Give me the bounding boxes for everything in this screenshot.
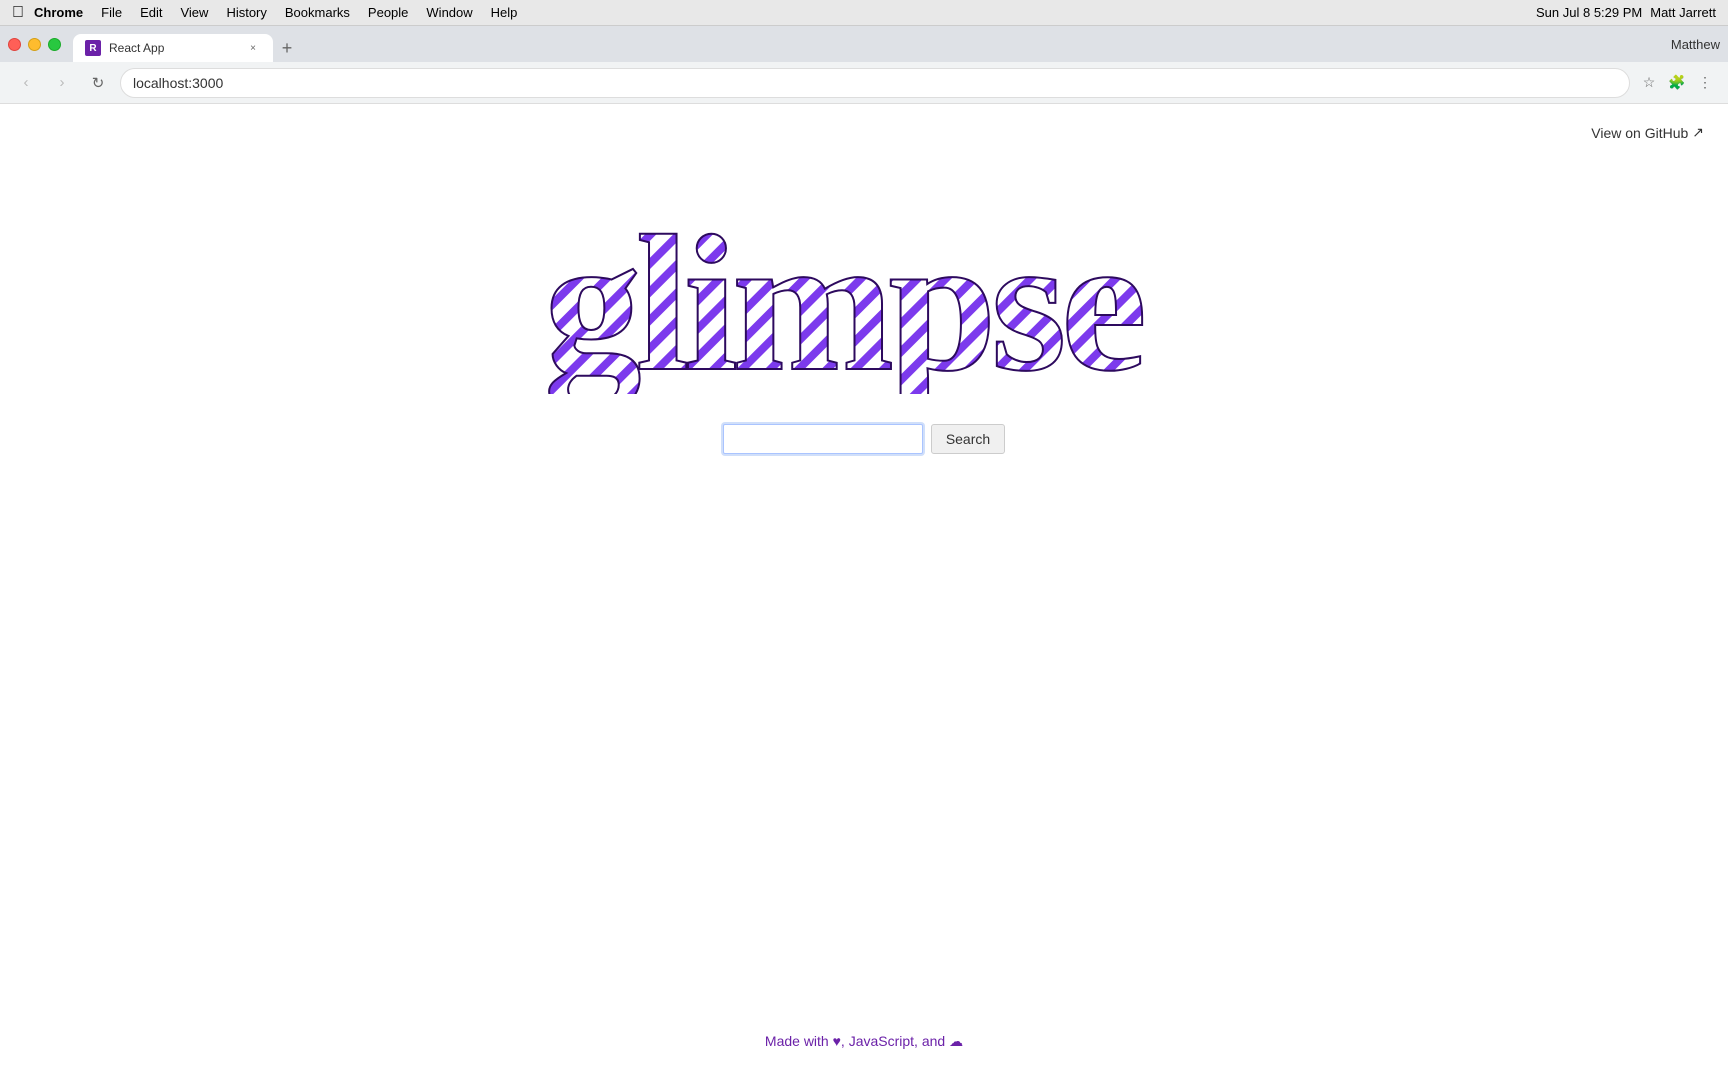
url-bar[interactable]: localhost:3000 (120, 68, 1630, 98)
search-area: Search (723, 424, 1005, 454)
search-input[interactable] (723, 424, 923, 454)
page-content: View on GitHub ↗ glimpse glimpse (0, 104, 1728, 1080)
menubar-edit[interactable]: Edit (140, 5, 162, 20)
refresh-button[interactable]: ↻ (84, 69, 112, 97)
menubar-help[interactable]: Help (491, 5, 518, 20)
new-tab-button[interactable]: + (273, 34, 301, 62)
minimize-window-button[interactable] (28, 38, 41, 51)
menubar-items: Chrome File Edit View History Bookmarks … (34, 5, 1536, 20)
close-window-button[interactable] (8, 38, 21, 51)
back-button[interactable]: ‹ (12, 69, 40, 97)
tab-title: React App (109, 41, 237, 55)
omnibar: ‹ › ↻ localhost:3000 ☆ 🧩 ⋮ (0, 62, 1728, 104)
tab-favicon: R (85, 40, 101, 56)
footer: Made with ♥, JavaScript, and ☁ (765, 1033, 963, 1050)
apple-menu[interactable]:  (12, 4, 24, 22)
menubar-file[interactable]: File (101, 5, 122, 20)
chrome-titlebar: R React App × + Matthew (0, 26, 1728, 62)
bookmark-icon[interactable]: ☆ (1638, 72, 1660, 94)
menubar-right: Sun Jul 8 5:29 PM Matt Jarrett (1536, 5, 1716, 20)
menubar-user: Matt Jarrett (1650, 5, 1716, 20)
maximize-window-button[interactable] (48, 38, 61, 51)
menubar-history[interactable]: History (226, 5, 266, 20)
logo-area: glimpse glimpse (544, 194, 1184, 394)
svg-text:glimpse: glimpse (544, 196, 1143, 394)
menubar-chrome[interactable]: Chrome (34, 5, 83, 20)
github-link[interactable]: View on GitHub ↗ (1591, 124, 1704, 141)
search-button[interactable]: Search (931, 424, 1005, 454)
traffic-lights (8, 38, 61, 51)
tab-bar: R React App × + (73, 26, 301, 62)
menubar-time: Sun Jul 8 5:29 PM (1536, 5, 1642, 20)
forward-button[interactable]: › (48, 69, 76, 97)
tab-close-button[interactable]: × (245, 40, 261, 56)
menubar-window[interactable]: Window (426, 5, 472, 20)
extension-icon[interactable]: 🧩 (1666, 72, 1688, 94)
menubar-people[interactable]: People (368, 5, 408, 20)
footer-text: Made with ♥, JavaScript, and ☁ (765, 1033, 963, 1050)
menubar:  Chrome File Edit View History Bookmark… (0, 0, 1728, 26)
github-link-text: View on GitHub (1591, 125, 1688, 141)
menubar-view[interactable]: View (180, 5, 208, 20)
active-tab[interactable]: R React App × (73, 34, 273, 62)
omnibar-actions: ☆ 🧩 ⋮ (1638, 72, 1716, 94)
chrome-user-name: Matthew (1671, 37, 1720, 52)
menu-icon[interactable]: ⋮ (1694, 72, 1716, 94)
github-link-icon: ↗ (1692, 124, 1704, 141)
glimpse-logo: glimpse glimpse (544, 194, 1184, 394)
menubar-bookmarks[interactable]: Bookmarks (285, 5, 350, 20)
url-text: localhost:3000 (133, 75, 223, 91)
